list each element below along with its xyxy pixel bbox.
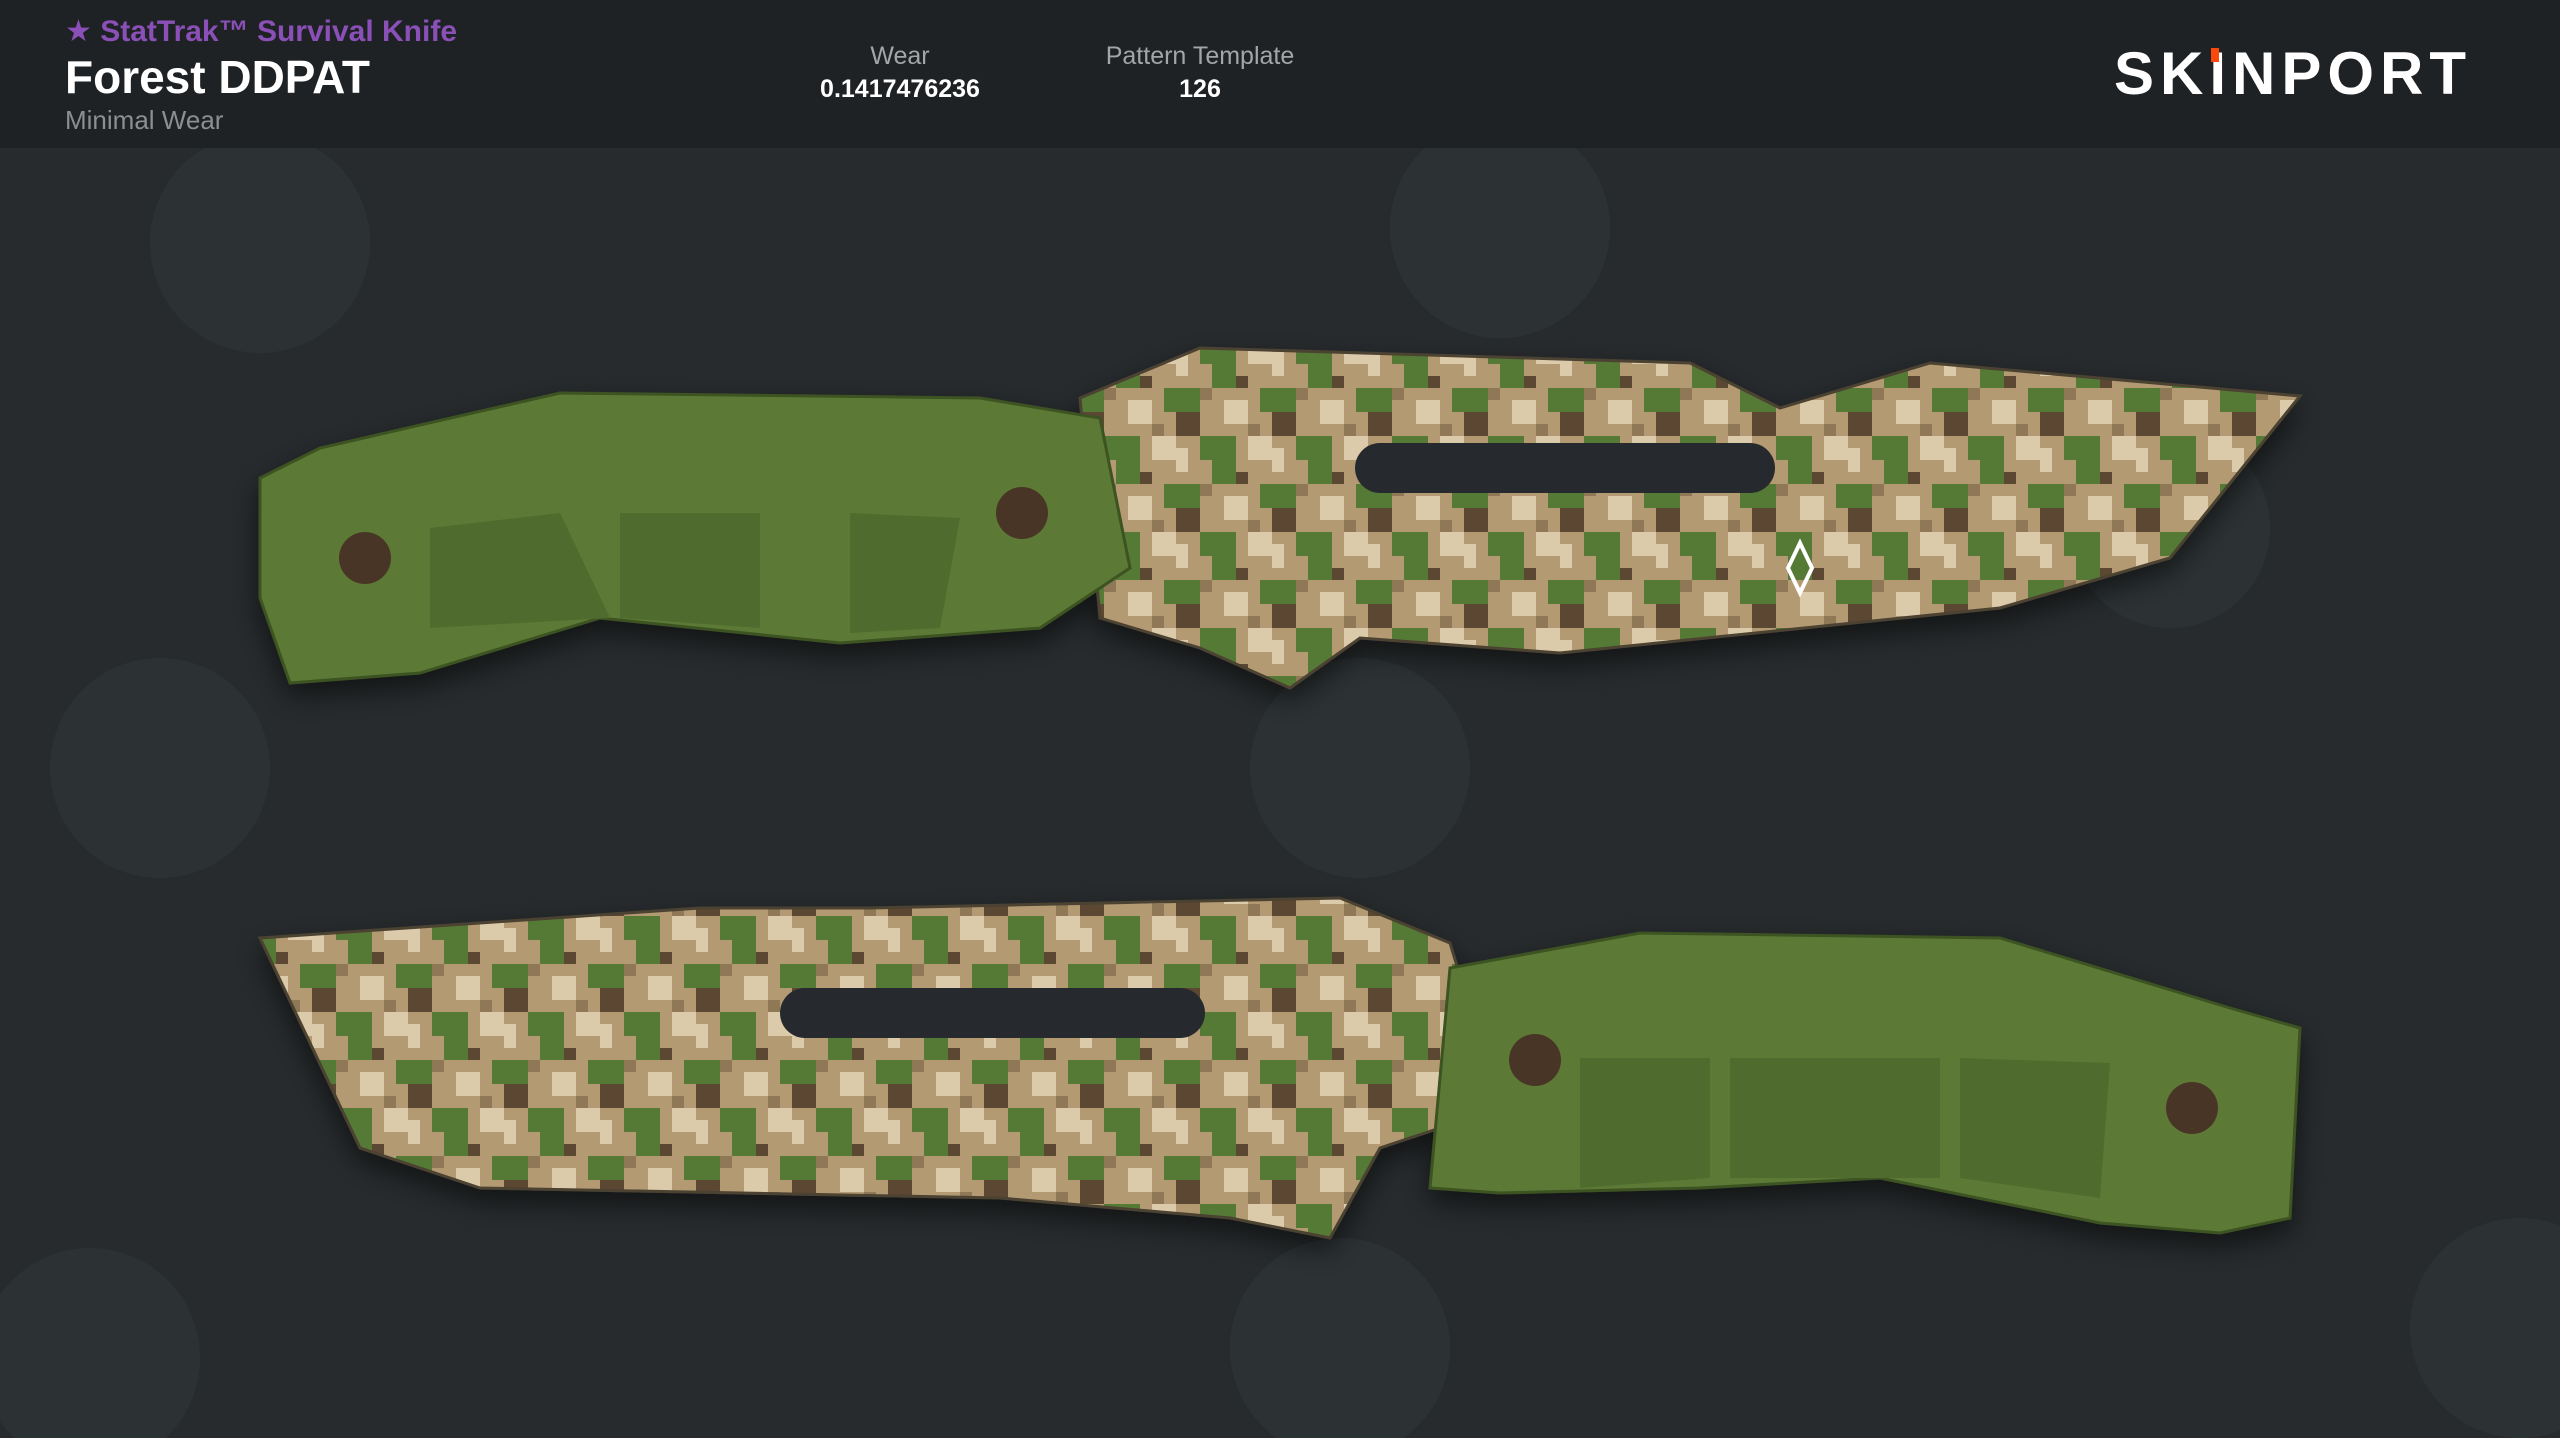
handle-screw-right-top	[996, 487, 1048, 539]
item-exterior: Minimal Wear	[65, 105, 224, 135]
wear-value: 0.1417476236	[820, 75, 980, 103]
pattern-stat: Pattern Template 126	[1060, 40, 1340, 106]
knife-preview-stage	[0, 148, 2560, 1438]
pattern-value: 126	[1179, 75, 1221, 103]
brand-accent	[2211, 48, 2219, 62]
wear-stat: Wear 0.1417476236	[800, 40, 1000, 106]
pattern-label: Pattern Template	[1105, 42, 1295, 70]
knife-view-top	[258, 346, 2303, 690]
handle-screw-right-bottom	[2166, 1082, 2218, 1134]
item-name: Forest DDPAT	[65, 51, 370, 103]
skinport-logo[interactable]: SKINPORT	[2114, 38, 2494, 110]
wear-label: Wear	[870, 42, 930, 70]
item-info: ★ StatTrak™ Survival Knife Forest DDPAT …	[65, 14, 457, 136]
blade-bottom	[257, 896, 1502, 1240]
handle-screw-left-top	[339, 532, 391, 584]
brand-name: SKINPORT	[2114, 40, 2472, 107]
blade-slot-bottom	[780, 988, 1205, 1038]
blade-top	[1078, 346, 2303, 690]
knife-view-bottom	[257, 896, 2302, 1240]
item-type-label: ★ StatTrak™ Survival Knife	[65, 15, 458, 48]
item-header: ★ StatTrak™ Survival Knife Forest DDPAT …	[0, 0, 2560, 148]
background-mascot-pattern	[0, 148, 2560, 1438]
knife-preview	[0, 148, 2560, 1438]
blade-slot-top	[1355, 443, 1775, 493]
handle-screw-left-bottom	[1509, 1034, 1561, 1086]
